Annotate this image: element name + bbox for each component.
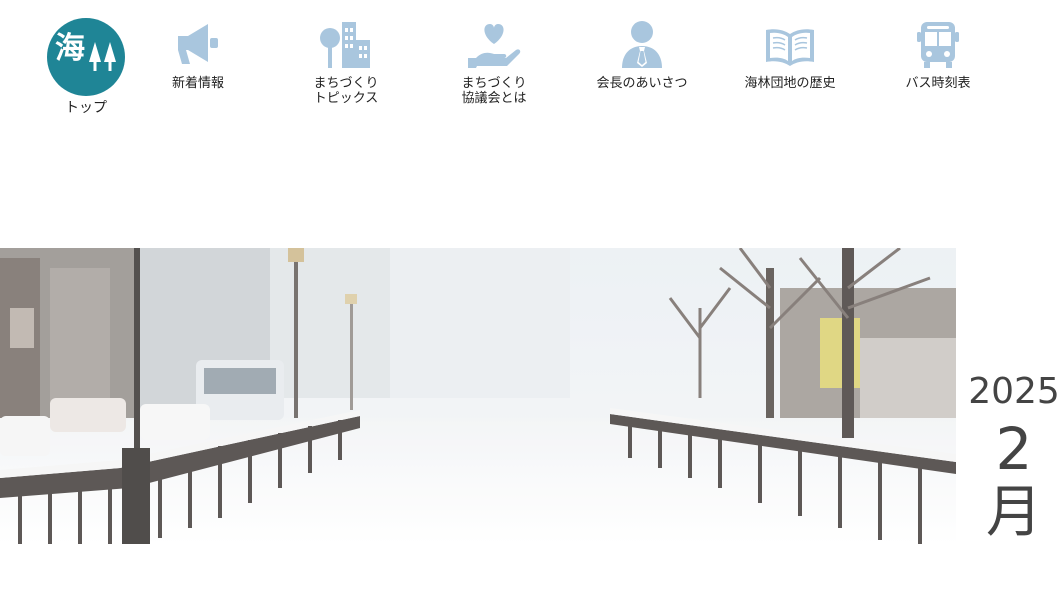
top-navigation: 海 トップ 新着情報 まちづくり トピックス まちづくり 協議会とは 会長のあい… bbox=[0, 0, 1060, 130]
nav-item-topics[interactable]: まちづくり トピックス bbox=[286, 18, 406, 106]
megaphone-icon bbox=[178, 24, 218, 64]
date-year: 2025 bbox=[968, 371, 1060, 412]
nav-item-news[interactable]: 新着情報 bbox=[138, 18, 258, 91]
hero-image bbox=[0, 248, 956, 544]
nav-label-history: 海林団地の歴史 bbox=[744, 76, 836, 91]
site-logo: 海 bbox=[47, 18, 125, 96]
logo-text: 海 bbox=[55, 31, 85, 66]
nav-label-topics: まちづくり トピックス bbox=[313, 76, 379, 106]
bus-icon bbox=[917, 22, 959, 68]
nav-label-news: 新着情報 bbox=[171, 76, 224, 91]
book-icon bbox=[766, 29, 814, 66]
date-month-number: 2 bbox=[995, 415, 1033, 483]
nav-item-home[interactable]: 海 トップ bbox=[26, 18, 146, 116]
nav-item-greeting[interactable]: 会長のあいさつ bbox=[582, 18, 702, 91]
nav-item-bus[interactable]: バス時刻表 bbox=[878, 18, 998, 91]
nav-label-greeting: 会長のあいさつ bbox=[596, 76, 688, 91]
town-icon bbox=[320, 22, 370, 68]
nav-label-council: まちづくり 協議会とは bbox=[461, 76, 527, 106]
person-icon bbox=[622, 21, 662, 68]
snowy-street-illustration bbox=[0, 248, 956, 544]
nav-item-council[interactable]: まちづくり 協議会とは bbox=[434, 18, 554, 106]
date-display: 2025 2 月 bbox=[968, 372, 1060, 546]
heart-hand-icon bbox=[468, 24, 521, 68]
trees-icon bbox=[89, 42, 116, 71]
nav-label-bus: バス時刻表 bbox=[905, 76, 971, 91]
nav-label-home: トップ bbox=[65, 100, 107, 116]
date-month-kanji: 月 bbox=[986, 480, 1042, 545]
nav-item-history[interactable]: 海林団地の歴史 bbox=[730, 18, 850, 91]
